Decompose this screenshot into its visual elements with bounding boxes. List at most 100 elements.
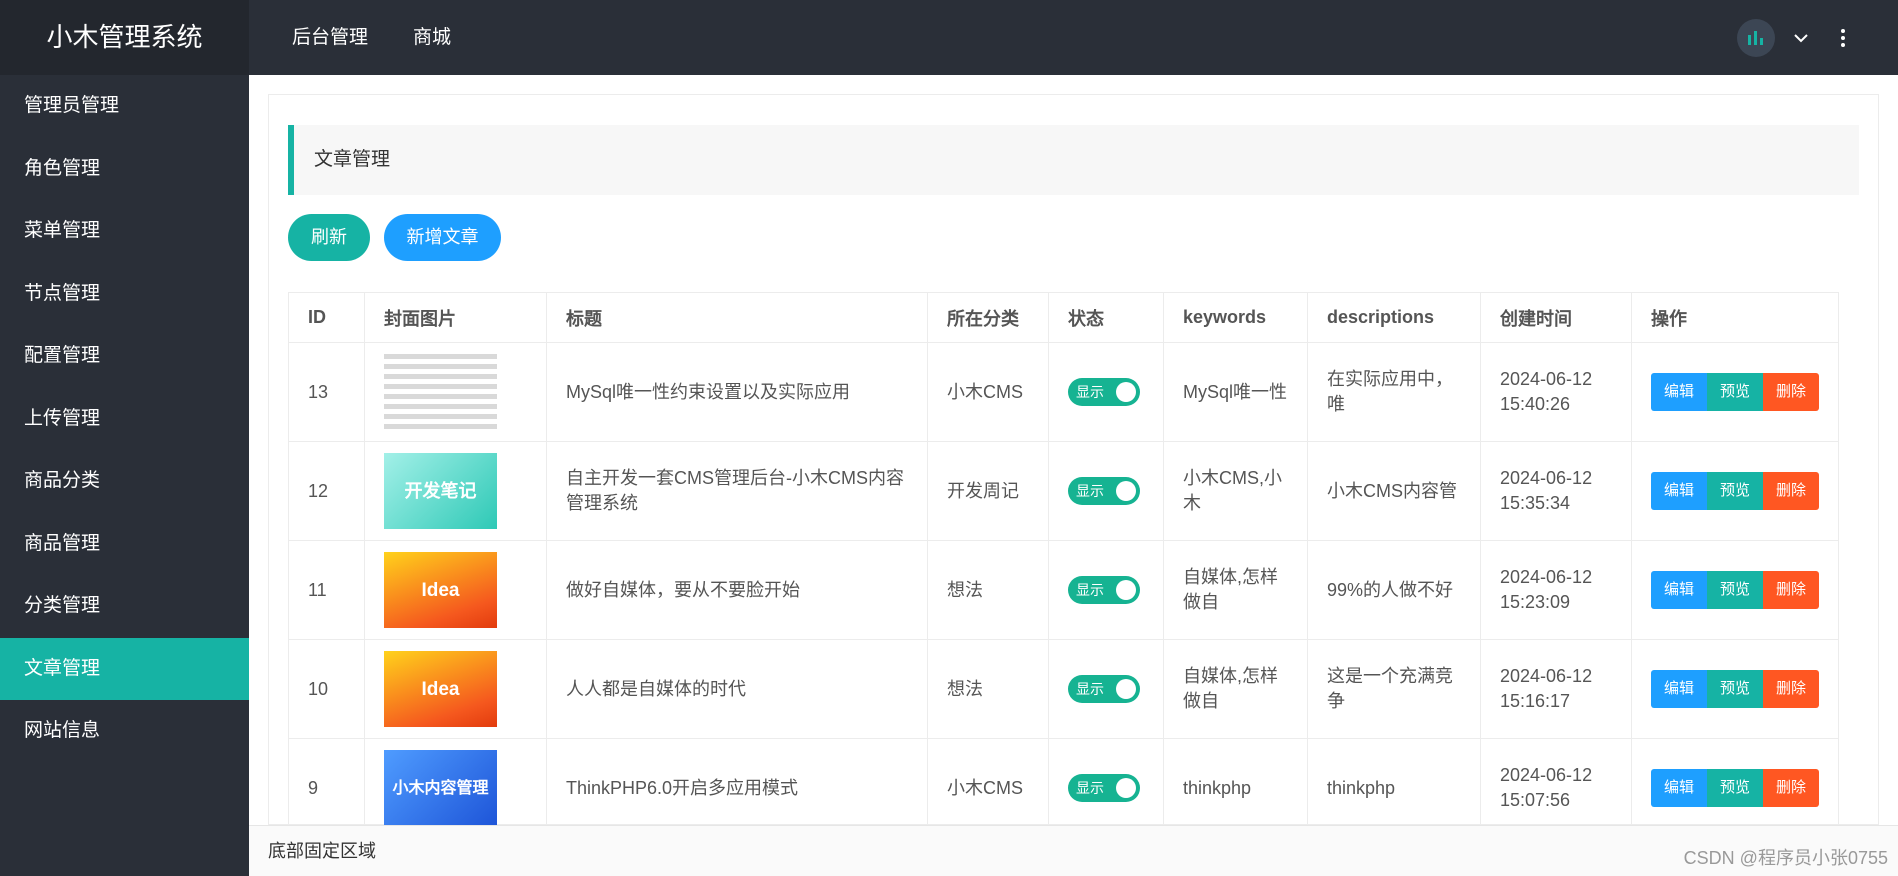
status-toggle-label: 显示 — [1076, 483, 1104, 499]
toggle-knob — [1116, 481, 1136, 501]
status-toggle-label: 显示 — [1076, 780, 1104, 796]
row-actions: 编辑 预览 删除 — [1651, 769, 1819, 807]
add-article-button[interactable]: 新增文章 — [384, 214, 501, 261]
column-header-actions: 操作 — [1631, 292, 1839, 343]
nav-link-mall[interactable]: 商城 — [413, 0, 451, 75]
sidebar-item-nodes[interactable]: 节点管理 — [0, 263, 249, 326]
watermark: CSDN @程序员小张0755 — [1683, 848, 1888, 868]
table-row: 9 小木内容管理 ThinkPHP6.0开启多应用模式 小木CMS 显示 thi… — [288, 738, 1839, 838]
cell-title: MySql唯一性约束设置以及实际应用 — [546, 342, 928, 442]
cover-image: 开发笔记 — [384, 453, 497, 529]
cell-keywords: MySql唯一性 — [1163, 342, 1308, 442]
cell-created: 2024-06-12 15:07:56 — [1480, 738, 1632, 838]
app-logo-title[interactable]: 小木管理系统 — [0, 0, 249, 75]
delete-button[interactable]: 删除 — [1763, 373, 1819, 411]
top-header: 后台管理 商城 — [249, 0, 1898, 75]
avatar-image-icon — [1748, 31, 1763, 45]
column-header-created: 创建时间 — [1480, 292, 1632, 343]
column-header-descriptions: descriptions — [1307, 292, 1481, 343]
more-vertical-icon[interactable] — [1840, 28, 1846, 48]
cell-id: 11 — [288, 540, 365, 640]
preview-button[interactable]: 预览 — [1707, 769, 1763, 807]
preview-button[interactable]: 预览 — [1707, 670, 1763, 708]
status-toggle[interactable]: 显示 — [1068, 378, 1140, 406]
status-toggle[interactable]: 显示 — [1068, 477, 1140, 505]
row-actions: 编辑 预览 删除 — [1651, 373, 1819, 411]
cell-created: 2024-06-12 15:35:34 — [1480, 441, 1632, 541]
sidebar-item-uploads[interactable]: 上传管理 — [0, 388, 249, 451]
table-row: 12 开发笔记 自主开发一套CMS管理后台-小木CMS内容管理系统 开发周记 显… — [288, 441, 1839, 541]
cover-image: Idea — [384, 651, 497, 727]
cell-created: 2024-06-12 15:16:17 — [1480, 639, 1632, 739]
column-header-category: 所在分类 — [927, 292, 1049, 343]
sidebar-item-categories[interactable]: 分类管理 — [0, 575, 249, 638]
articles-table: ID 封面图片 标题 所在分类 状态 keywords descriptions… — [288, 292, 1839, 838]
delete-button[interactable]: 删除 — [1763, 571, 1819, 609]
toggle-knob — [1116, 778, 1136, 798]
cover-image: Idea — [384, 552, 497, 628]
cell-category: 小木CMS — [927, 342, 1049, 442]
status-toggle-label: 显示 — [1076, 681, 1104, 697]
sidebar-item-roles[interactable]: 角色管理 — [0, 138, 249, 201]
sidebar-item-articles[interactable]: 文章管理 — [0, 637, 249, 700]
column-header-keywords: keywords — [1163, 292, 1308, 343]
toggle-knob — [1116, 580, 1136, 600]
avatar[interactable] — [1737, 19, 1775, 57]
edit-button[interactable]: 编辑 — [1651, 571, 1707, 609]
column-header-cover: 封面图片 — [364, 292, 547, 343]
table-header-row: ID 封面图片 标题 所在分类 状态 keywords descriptions… — [288, 292, 1839, 343]
cell-category: 开发周记 — [927, 441, 1049, 541]
chevron-down-icon[interactable] — [1793, 30, 1809, 46]
sidebar-item-admin[interactable]: 管理员管理 — [0, 75, 249, 138]
preview-button[interactable]: 预览 — [1707, 571, 1763, 609]
cell-id: 13 — [288, 342, 365, 442]
sidebar-item-product-categories[interactable]: 商品分类 — [0, 450, 249, 513]
cell-created: 2024-06-12 15:23:09 — [1480, 540, 1632, 640]
cell-title: 做好自媒体，要从不要脸开始 — [546, 540, 928, 640]
delete-button[interactable]: 删除 — [1763, 670, 1819, 708]
cell-descriptions: 在实际应用中，唯 — [1307, 342, 1481, 442]
cell-title: 人人都是自媒体的时代 — [546, 639, 928, 739]
article-panel: 文章管理 刷新 新增文章 ID 封面图片 标题 所在分类 状态 keywords… — [268, 94, 1879, 838]
sidebar-item-menus[interactable]: 菜单管理 — [0, 200, 249, 263]
main-content: 文章管理 刷新 新增文章 ID 封面图片 标题 所在分类 状态 keywords… — [249, 75, 1898, 838]
cover-image: 小木内容管理 — [384, 750, 497, 826]
column-header-status: 状态 — [1048, 292, 1164, 343]
delete-button[interactable]: 删除 — [1763, 472, 1819, 510]
status-toggle[interactable]: 显示 — [1068, 576, 1140, 604]
cell-keywords: 小木CMS,小木 — [1163, 441, 1308, 541]
cell-descriptions: thinkphp — [1307, 738, 1481, 838]
edit-button[interactable]: 编辑 — [1651, 769, 1707, 807]
cell-keywords: 自媒体,怎样做自 — [1163, 540, 1308, 640]
cell-keywords: thinkphp — [1163, 738, 1308, 838]
footer: 底部固定区域 — [249, 825, 1898, 876]
nav-link-backend[interactable]: 后台管理 — [292, 0, 368, 75]
column-header-title: 标题 — [546, 292, 928, 343]
cell-category: 想法 — [927, 639, 1049, 739]
sidebar-item-config[interactable]: 配置管理 — [0, 325, 249, 388]
cell-descriptions: 这是一个充满竞争 — [1307, 639, 1481, 739]
sidebar-item-site-info[interactable]: 网站信息 — [0, 700, 249, 763]
cell-id: 12 — [288, 441, 365, 541]
edit-button[interactable]: 编辑 — [1651, 373, 1707, 411]
refresh-button[interactable]: 刷新 — [288, 214, 370, 261]
edit-button[interactable]: 编辑 — [1651, 670, 1707, 708]
column-header-id: ID — [288, 292, 365, 343]
section-title: 文章管理 — [288, 125, 1859, 195]
cell-id: 9 — [288, 738, 365, 838]
cover-image — [384, 354, 497, 430]
preview-button[interactable]: 预览 — [1707, 472, 1763, 510]
preview-button[interactable]: 预览 — [1707, 373, 1763, 411]
table-row: 10 Idea 人人都是自媒体的时代 想法 显示 自媒体,怎样做自 这是一个充满… — [288, 639, 1839, 739]
cell-descriptions: 99%的人做不好 — [1307, 540, 1481, 640]
status-toggle-label: 显示 — [1076, 384, 1104, 400]
status-toggle[interactable]: 显示 — [1068, 774, 1140, 802]
edit-button[interactable]: 编辑 — [1651, 472, 1707, 510]
status-toggle[interactable]: 显示 — [1068, 675, 1140, 703]
delete-button[interactable]: 删除 — [1763, 769, 1819, 807]
row-actions: 编辑 预览 删除 — [1651, 472, 1819, 510]
cell-descriptions: 小木CMS内容管 — [1307, 441, 1481, 541]
row-actions: 编辑 预览 删除 — [1651, 670, 1819, 708]
status-toggle-label: 显示 — [1076, 582, 1104, 598]
sidebar-item-products[interactable]: 商品管理 — [0, 513, 249, 576]
